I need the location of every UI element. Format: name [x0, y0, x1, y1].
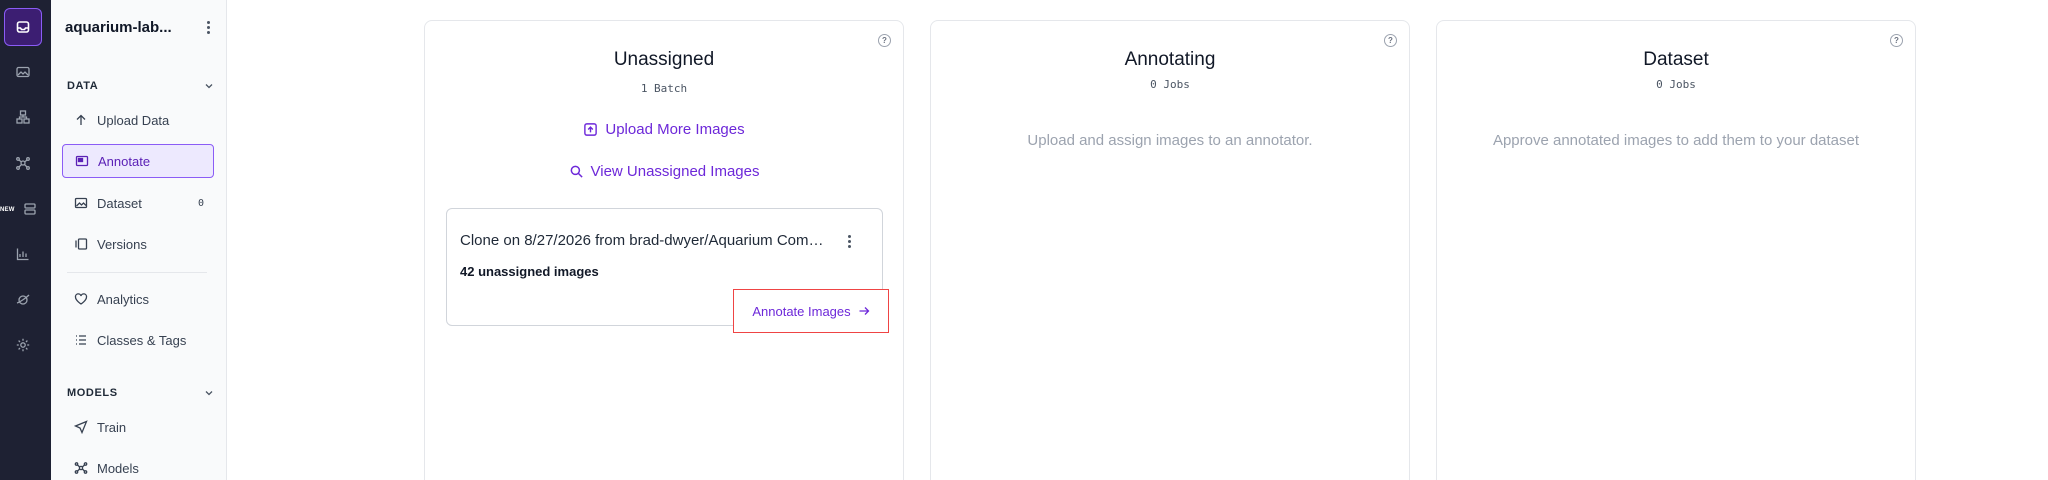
- graph-icon: [15, 157, 30, 170]
- sidebar-divider: [67, 272, 207, 273]
- column-subtitle: 1 Batch: [640, 82, 688, 95]
- annotate-images-label: Annotate Images: [752, 303, 851, 319]
- sidebar-item-versions[interactable]: Versions: [62, 227, 214, 261]
- chevron-down-icon: [205, 391, 213, 396]
- column-empty-message: Upload and assign images to an annotator…: [1027, 132, 1313, 149]
- annotate-icon: [75, 154, 89, 168]
- sidebar-item-analytics[interactable]: Analytics: [62, 282, 214, 316]
- project-menu-icon[interactable]: [201, 19, 215, 35]
- send-icon: [74, 420, 88, 434]
- column-subtitle: 0 Jobs: [1656, 78, 1696, 91]
- help-icon[interactable]: ?: [1890, 34, 1903, 47]
- chart-icon: [16, 248, 28, 261]
- sidebar-item-label: Upload Data: [97, 112, 170, 128]
- column-subtitle: 0 Jobs: [1150, 78, 1190, 91]
- rail-deploy-button[interactable]: [0, 192, 45, 226]
- column-title: Unassigned: [613, 49, 715, 70]
- arrow-up-icon: [74, 113, 88, 127]
- view-unassigned-images-label: View Unassigned Images: [590, 163, 760, 180]
- sidebar-item-label: Analytics: [97, 291, 150, 307]
- heart-pulse-icon: [74, 292, 88, 306]
- batch-unassigned-count: 42 unassigned images: [460, 264, 599, 279]
- column-dataset: ? Dataset 0 Jobs Approve annotated image…: [1436, 20, 1916, 480]
- chevron-down-icon: [205, 84, 213, 89]
- nodes-icon: [74, 461, 88, 475]
- column-empty-message: Approve annotated images to add them to …: [1492, 132, 1860, 149]
- sidebar-item-label: Train: [97, 419, 127, 435]
- sidebar-item-train[interactable]: Train: [62, 410, 214, 444]
- workflow-icon: [15, 110, 30, 124]
- rail-graph-button[interactable]: [0, 146, 45, 180]
- batch-menu-icon[interactable]: [842, 233, 856, 249]
- batch-title: Clone on 8/27/2026 from brad-dwyer/Aquar…: [460, 232, 830, 249]
- server-icon: [23, 203, 36, 215]
- dataset-count-badge: 0: [197, 197, 204, 209]
- rail-satellite-button[interactable]: [0, 283, 45, 317]
- sidebar-item-label: Annotate: [98, 153, 151, 169]
- sidebar-item-classes-tags[interactable]: Classes & Tags: [62, 323, 214, 357]
- sidebar-item-models[interactable]: Models: [62, 451, 214, 480]
- icon-rail: NEW: [0, 0, 51, 480]
- help-icon[interactable]: ?: [878, 34, 891, 47]
- sidebar-item-label: Models: [97, 460, 139, 476]
- sidebar-item-dataset[interactable]: Dataset 0: [62, 186, 214, 220]
- project-switcher[interactable]: aquarium-lab...: [65, 16, 215, 38]
- batch-card[interactable]: Clone on 8/27/2026 from brad-dwyer/Aquar…: [446, 208, 889, 333]
- project-name: aquarium-lab...: [65, 18, 172, 36]
- upload-icon: [584, 123, 598, 136]
- sidebar-item-label: Dataset: [97, 195, 142, 211]
- inbox-icon: [16, 21, 30, 33]
- rail-images-button[interactable]: [0, 55, 45, 89]
- rail-workflows-button[interactable]: [0, 100, 45, 134]
- column-annotating: ? Annotating 0 Jobs Upload and assign im…: [930, 20, 1410, 480]
- image-icon: [15, 66, 30, 78]
- sidebar-item-annotate[interactable]: Annotate: [62, 144, 214, 178]
- image-icon: [74, 196, 88, 210]
- column-unassigned: ? Unassigned 1 Batch Upload More Images …: [424, 20, 904, 480]
- view-unassigned-images-link[interactable]: View Unassigned Images: [425, 163, 903, 180]
- column-title: Dataset: [1643, 49, 1709, 70]
- section-data[interactable]: DATA: [67, 77, 215, 95]
- rail-analytics-button[interactable]: [0, 237, 45, 271]
- app-root: NEW aquarium-lab... DATA Upload Data Ann…: [0, 0, 2048, 480]
- help-icon[interactable]: ?: [1384, 34, 1397, 47]
- gear-icon: [16, 338, 29, 352]
- section-data-label: DATA: [67, 80, 99, 92]
- annotate-images-button[interactable]: Annotate Images: [733, 289, 889, 333]
- list-icon: [74, 333, 88, 347]
- sidebar-item-upload-data[interactable]: Upload Data: [62, 103, 214, 137]
- versions-icon: [74, 237, 88, 251]
- search-icon: [570, 165, 583, 178]
- section-models-label: MODELS: [67, 387, 118, 399]
- upload-more-images-label: Upload More Images: [605, 121, 745, 138]
- satellite-icon: [16, 294, 29, 305]
- main-content: ? Unassigned 1 Batch Upload More Images …: [227, 0, 2048, 480]
- section-models[interactable]: MODELS: [67, 384, 215, 402]
- upload-more-images-link[interactable]: Upload More Images: [425, 121, 903, 138]
- sidebar-item-label: Classes & Tags: [97, 332, 187, 348]
- column-title: Annotating: [1124, 49, 1216, 70]
- rail-projects-button[interactable]: [4, 8, 42, 46]
- sidebar-item-label: Versions: [97, 236, 147, 252]
- arrow-right-icon: [859, 307, 870, 315]
- rail-settings-button[interactable]: [0, 328, 45, 362]
- sidebar: aquarium-lab... DATA Upload Data Annotat…: [51, 0, 227, 480]
